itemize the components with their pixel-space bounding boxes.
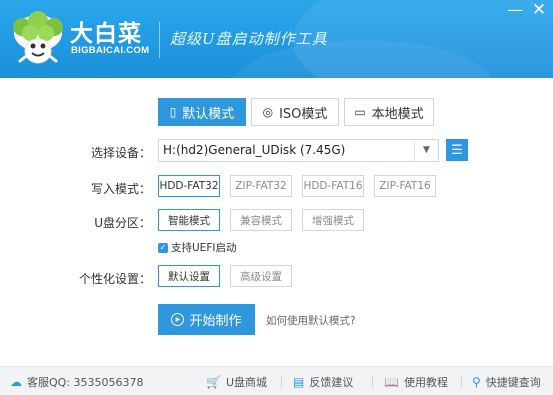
- cabbage-logo-icon: [10, 11, 66, 67]
- tab-label: 本地模式: [371, 106, 424, 122]
- device-label: 选择设备：: [90, 146, 151, 160]
- start-button[interactable]: ▶ 开始制作: [158, 304, 255, 335]
- uefi-checkbox[interactable]: ✓ 支持UEFI启动: [158, 240, 236, 255]
- search-icon: ⚲: [472, 375, 481, 389]
- footer-shortcut-label: 快捷键查询: [485, 376, 541, 389]
- chevron-down-icon[interactable]: ▼: [414, 140, 438, 161]
- footer-divider: [372, 375, 373, 388]
- personalize-option-default[interactable]: 默认设置: [158, 265, 220, 287]
- brand-domain: BIGBAICAI.COM: [71, 45, 150, 56]
- personalize-option-advanced[interactable]: 高级设置: [230, 265, 292, 287]
- header-slogan: 超级U盘启动制作工具: [170, 30, 328, 48]
- start-button-label: 开始制作: [189, 314, 242, 329]
- checkbox-checked-icon: ✓: [158, 242, 168, 253]
- write-option-hdd-fat16[interactable]: HDD-FAT16: [302, 175, 364, 197]
- usb-icon: ▯: [169, 105, 177, 119]
- footer-divider: [281, 375, 282, 388]
- write-option-zip-fat16[interactable]: ZIP-FAT16: [374, 175, 436, 197]
- close-button[interactable]: ✕: [529, 0, 549, 20]
- write-mode-label: 写入模式：: [90, 182, 151, 196]
- play-icon: ▶: [171, 313, 185, 326]
- footer-bar: ☁ 客服QQ: 3535056378 🛒 U盘商城 ▤ 反馈建议 📖 使用教程 …: [0, 366, 553, 395]
- tab-label: ISO模式: [279, 106, 328, 122]
- partition-option-smart[interactable]: 智能模式: [158, 209, 220, 231]
- header-divider: [159, 22, 160, 58]
- tab-iso-mode[interactable]: ◎ ISO模式: [251, 98, 339, 126]
- partition-option-enhanced[interactable]: 增强模式: [302, 209, 364, 231]
- partition-label: U盘分区：: [94, 216, 151, 230]
- tab-local-mode[interactable]: ▭ 本地模式: [344, 98, 434, 126]
- footer-feedback[interactable]: ▤ 反馈建议: [293, 374, 353, 390]
- cloud-icon: ☁: [10, 375, 22, 389]
- footer-shortcut[interactable]: ⚲ 快捷键查询: [472, 374, 541, 390]
- uefi-label: 支持UEFI启动: [171, 242, 237, 254]
- footer-shop[interactable]: 🛒 U盘商城: [206, 374, 267, 390]
- device-select[interactable]: H:(hd2)General_UDisk (7.45G) ▼: [158, 139, 439, 162]
- personalize-label: 个性化设置：: [78, 272, 151, 286]
- app-header: 大白菜 BIGBAICAI.COM 超级U盘启动制作工具 — ✕: [0, 0, 553, 78]
- tab-label: 默认模式: [182, 106, 235, 122]
- write-option-zip-fat32[interactable]: ZIP-FAT32: [230, 175, 292, 197]
- book-icon: 📖: [384, 375, 399, 389]
- cart-icon: 🛒: [206, 375, 221, 389]
- help-link[interactable]: 如何使用默认模式?: [266, 313, 356, 328]
- disc-icon: ◎: [262, 105, 274, 119]
- monitor-icon: ▭: [354, 105, 366, 119]
- footer-tutorial-label: 使用教程: [403, 376, 448, 389]
- footer-tutorial[interactable]: 📖 使用教程: [384, 374, 448, 390]
- device-value: H:(hd2)General_UDisk (7.45G): [163, 143, 346, 157]
- tab-default-mode[interactable]: ▯ 默认模式: [158, 98, 246, 126]
- feedback-icon: ▤: [293, 375, 305, 389]
- brand-name: 大白菜: [70, 21, 142, 47]
- footer-feedback-label: 反馈建议: [309, 376, 354, 389]
- footer-divider: [461, 375, 462, 388]
- partition-option-compat[interactable]: 兼容模式: [230, 209, 292, 231]
- device-menu-button[interactable]: ☰: [446, 139, 468, 161]
- write-option-hdd-fat32[interactable]: HDD-FAT32: [158, 175, 220, 197]
- minimize-button[interactable]: —: [505, 0, 525, 19]
- mode-tabs: ▯ 默认模式 ◎ ISO模式 ▭ 本地模式: [158, 98, 439, 126]
- footer-qq-label: 客服QQ: 3535056378: [27, 376, 144, 389]
- footer-shop-label: U盘商城: [225, 376, 268, 389]
- list-icon: ☰: [451, 142, 463, 158]
- footer-qq[interactable]: ☁ 客服QQ: 3535056378: [10, 374, 144, 390]
